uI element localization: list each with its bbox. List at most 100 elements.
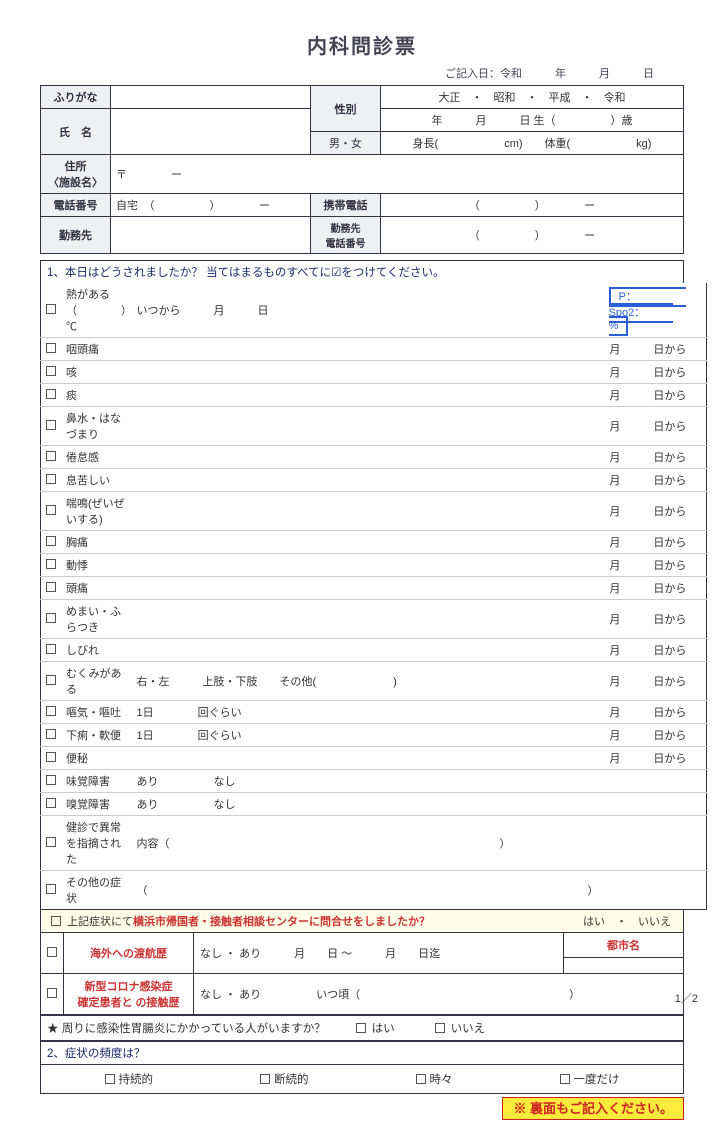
symptom-extra[interactable]: 内容（ ） (132, 816, 604, 871)
symptom-label: 嘔気・嘔吐 (61, 701, 132, 724)
checkbox[interactable] (46, 837, 56, 847)
home-phone-field[interactable]: 自宅 （ ） ー (111, 194, 311, 217)
symptom-date[interactable]: 月 日から (604, 662, 707, 701)
work-phone-field[interactable]: （ ） ー (381, 217, 684, 254)
symptom-extra[interactable] (132, 600, 604, 639)
symptom-date[interactable]: 月 日から (604, 577, 707, 600)
symptom-extra[interactable] (132, 446, 604, 469)
city-field[interactable] (564, 958, 684, 974)
symptom-extra[interactable]: 1日 回ぐらい (132, 724, 604, 747)
symptom-date[interactable]: 月 日から (604, 531, 707, 554)
symptom-extra[interactable]: 1日 回ぐらい (132, 701, 604, 724)
symptom-date[interactable]: 月 日から (604, 361, 707, 384)
covid-label-2: 確定患者と の接触歴 (70, 994, 187, 1010)
era-line[interactable]: 大正 ・ 昭和 ・ 平成 ・ 令和 (381, 86, 684, 109)
symptom-date[interactable]: P： Spo2： % (604, 283, 707, 338)
checkbox[interactable] (46, 474, 56, 484)
checkbox[interactable] (105, 1074, 115, 1084)
symptom-extra[interactable] (132, 338, 604, 361)
symptom-date[interactable] (604, 871, 707, 910)
height-weight[interactable]: 身長( cm) 体重( kg) (381, 132, 684, 155)
symptom-extra[interactable] (132, 384, 604, 407)
covid-contact-field[interactable]: なし ・ あり いつ頃（ ） (194, 974, 684, 1015)
symptom-extra[interactable] (132, 361, 604, 384)
checkbox[interactable] (47, 947, 57, 957)
checkbox[interactable] (46, 366, 56, 376)
checkbox[interactable] (46, 582, 56, 592)
symptom-extra[interactable] (132, 407, 604, 446)
checkbox[interactable] (46, 775, 56, 785)
travel-contact-table: 海外への渡航歴 なし ・ あり 月 日 ～ 月 日迄 都市名 新型コロナ感染症 … (40, 932, 684, 1015)
symptom-extra[interactable] (132, 492, 604, 531)
symptom-extra[interactable] (132, 747, 604, 770)
symptom-extra[interactable] (132, 469, 604, 492)
checkbox[interactable] (46, 505, 56, 515)
work-field[interactable] (111, 217, 311, 254)
symptom-date[interactable]: 月 日から (604, 384, 707, 407)
symptom-date[interactable] (604, 770, 707, 793)
symptom-extra[interactable] (132, 577, 604, 600)
q2-option[interactable]: 断続的 (260, 1071, 309, 1087)
symptom-extra[interactable] (132, 554, 604, 577)
symptom-extra[interactable]: 右・左 上肢・下肢 その他( ) (132, 662, 604, 701)
checkbox[interactable] (46, 884, 56, 894)
checkbox[interactable] (46, 706, 56, 716)
checkbox[interactable] (46, 420, 56, 430)
checkbox[interactable] (46, 729, 56, 739)
symptom-date[interactable]: 月 日から (604, 469, 707, 492)
symptom-label: その他の症状 (61, 871, 132, 910)
q1b-opts[interactable]: はい ・ いいえ (583, 913, 679, 929)
checkbox[interactable] (435, 1023, 445, 1033)
checkbox[interactable] (356, 1023, 366, 1033)
mobile-field[interactable]: （ ） ー (381, 194, 684, 217)
checkbox[interactable] (51, 916, 61, 926)
checkbox[interactable] (46, 389, 56, 399)
symptom-extra[interactable]: （ ） (132, 871, 604, 910)
checkbox[interactable] (46, 536, 56, 546)
symptom-row: 動悸月 日から (41, 554, 707, 577)
symptom-date[interactable]: 月 日から (604, 639, 707, 662)
checkbox[interactable] (46, 675, 56, 685)
symptom-extra[interactable] (132, 639, 604, 662)
symptom-date[interactable] (604, 793, 707, 816)
symptom-date[interactable]: 月 日から (604, 747, 707, 770)
symptom-date[interactable]: 月 日から (604, 446, 707, 469)
dob-line[interactable]: 年 月 日 生（ ）歳 (381, 109, 684, 132)
symptom-extra[interactable]: あり なし (132, 770, 604, 793)
overseas-field[interactable]: なし ・ あり 月 日 ～ 月 日迄 (194, 933, 564, 974)
furigana-field[interactable] (111, 86, 311, 109)
checkbox[interactable] (46, 559, 56, 569)
checkbox[interactable] (47, 988, 57, 998)
checkbox[interactable] (46, 451, 56, 461)
checkbox[interactable] (46, 798, 56, 808)
symptom-date[interactable]: 月 日から (604, 492, 707, 531)
symptom-date[interactable]: 月 日から (604, 600, 707, 639)
symptom-date[interactable]: 月 日から (604, 554, 707, 577)
checkbox[interactable] (46, 752, 56, 762)
checkbox[interactable] (46, 644, 56, 654)
symptom-row: 喘鳴(ぜいぜいする)月 日から (41, 492, 707, 531)
vital-box[interactable]: P： Spo2： % (609, 287, 687, 336)
checkbox[interactable] (560, 1074, 570, 1084)
q2-option[interactable]: 持続的 (105, 1071, 154, 1087)
symptom-date[interactable] (604, 816, 707, 871)
symptom-extra[interactable]: あり なし (132, 793, 604, 816)
symptom-date[interactable]: 月 日から (604, 724, 707, 747)
checkbox[interactable] (46, 613, 56, 623)
q2-option[interactable]: 時々 (416, 1071, 453, 1087)
symptom-label: 健診で異常を指摘された (61, 816, 132, 871)
symptom-extra[interactable]: いつから 月 日 (132, 283, 604, 338)
gender-opts[interactable]: 男・女 (311, 132, 381, 155)
checkbox[interactable] (46, 343, 56, 353)
q2-option[interactable]: 一度だけ (560, 1071, 620, 1087)
symptom-extra[interactable] (132, 531, 604, 554)
symptom-date[interactable]: 月 日から (604, 338, 707, 361)
name-field[interactable] (111, 109, 311, 155)
checkbox[interactable] (260, 1074, 270, 1084)
symptom-date[interactable]: 月 日から (604, 701, 707, 724)
address-field[interactable]: 〒 ー (111, 155, 684, 194)
work-phone-label: 勤務先 電話番号 (311, 217, 381, 254)
checkbox[interactable] (416, 1074, 426, 1084)
checkbox[interactable] (46, 304, 56, 314)
symptom-date[interactable]: 月 日から (604, 407, 707, 446)
